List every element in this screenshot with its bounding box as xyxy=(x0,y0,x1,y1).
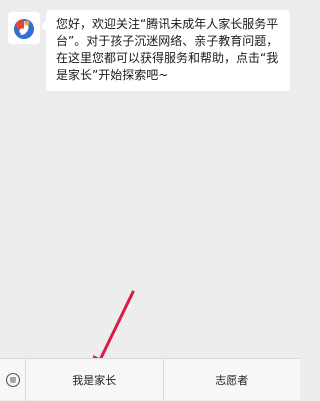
bottom-menu-bar: 我是家长 志愿者 xyxy=(0,358,301,401)
menu-item-parent-label: 我是家长 xyxy=(72,373,117,387)
tencent-guardian-logo-icon xyxy=(14,19,34,39)
keyboard-toggle-icon xyxy=(5,372,20,388)
welcome-message-text: 您好，欢迎关注“腾讯未成年人家长服务平台”。对于孩子沉迷网络、亲子教育问题，在这… xyxy=(56,17,279,82)
chat-area: 您好，欢迎关注“腾讯未成年人家长服务平台”。对于孩子沉迷网络、亲子教育问题，在这… xyxy=(0,0,300,358)
menu-item-parent[interactable]: 我是家长 xyxy=(26,359,163,400)
welcome-message-bubble: 您好，欢迎关注“腾讯未成年人家长服务平台”。对于孩子沉迷网络、亲子教育问题，在这… xyxy=(41,10,290,91)
menu-item-volunteer-label: 志愿者 xyxy=(215,373,249,387)
account-avatar[interactable] xyxy=(8,12,40,44)
menu-item-volunteer[interactable]: 志愿者 xyxy=(162,359,301,400)
keyboard-toggle-button[interactable] xyxy=(0,359,26,401)
